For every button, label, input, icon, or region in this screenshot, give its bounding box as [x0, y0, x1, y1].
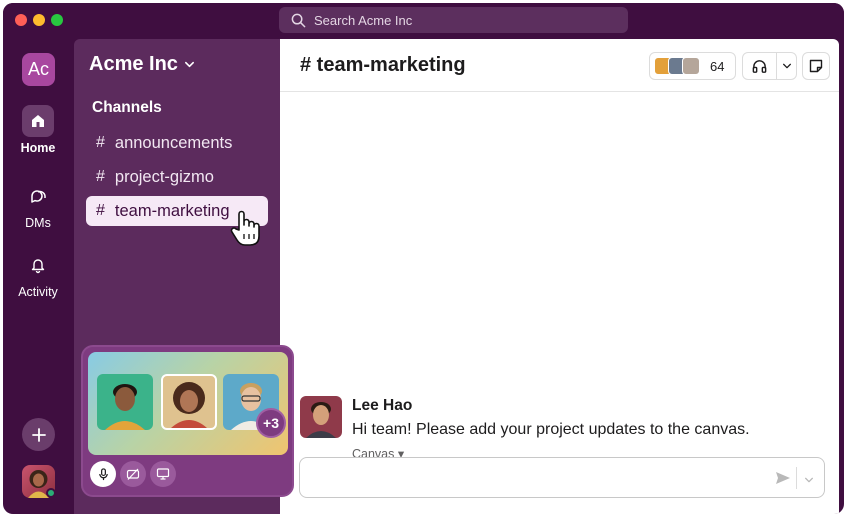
rail-item-label: Home — [20, 141, 56, 155]
screen-share-button[interactable] — [150, 461, 176, 487]
search-icon — [291, 13, 306, 27]
workspace-logo[interactable]: Ac — [22, 53, 55, 86]
channel-name: team-marketing — [114, 201, 230, 220]
channel-title[interactable]: # team-marketing — [300, 54, 466, 77]
huddle-participant-tile[interactable] — [97, 374, 153, 430]
sidebar-item-announcements[interactable]: # announcements — [86, 128, 268, 158]
huddle-participant-tile-active[interactable] — [161, 374, 217, 430]
mic-button[interactable] — [90, 461, 116, 487]
message-text: Hi team! Please add your project updates… — [352, 421, 750, 438]
plus-icon — [31, 427, 46, 442]
search-bar[interactable]: Search Acme Inc — [279, 7, 628, 33]
add-button[interactable] — [22, 418, 55, 451]
rail-item-dms[interactable]: DMs — [3, 180, 73, 230]
headphones-icon[interactable] — [743, 53, 777, 79]
channel-hash-icon: # — [96, 134, 105, 151]
chevron-down-icon — [184, 61, 194, 68]
member-count: 64 — [710, 58, 725, 74]
extra-participants-badge[interactable]: +3 — [256, 408, 286, 438]
rail-item-activity[interactable]: Activity — [3, 249, 73, 299]
rail-item-home[interactable]: Home — [3, 105, 73, 155]
canvas-icon — [809, 59, 823, 73]
dms-icon — [22, 180, 54, 212]
microphone-icon — [98, 467, 108, 480]
rail-item-label: DMs — [25, 216, 51, 230]
channel-hash-icon: # — [96, 202, 105, 219]
huddle-button[interactable] — [742, 52, 797, 80]
video-off-icon — [126, 468, 140, 480]
hand-cursor-icon — [228, 208, 264, 253]
members-button[interactable]: 64 — [649, 52, 736, 80]
video-button[interactable] — [120, 461, 146, 487]
zoom-window-button[interactable] — [51, 14, 63, 26]
channel-hash-icon: # — [96, 168, 105, 185]
workspace-rail: Ac Home DMs Activity — [3, 39, 73, 514]
sidebar-item-project-gizmo[interactable]: # project-gizmo — [86, 162, 268, 192]
send-icon[interactable] — [774, 469, 792, 492]
message-author[interactable]: Lee Hao — [352, 397, 412, 415]
chevron-down-icon[interactable] — [804, 472, 814, 490]
message-avatar[interactable] — [300, 396, 342, 438]
channels-section-title[interactable]: Channels — [92, 99, 162, 117]
header-divider — [280, 91, 839, 92]
close-window-button[interactable] — [15, 14, 27, 26]
search-placeholder: Search Acme Inc — [314, 12, 413, 28]
message-input[interactable] — [299, 457, 825, 498]
huddle-panel[interactable]: +3 — [81, 345, 294, 497]
workspace-switcher[interactable]: Acme Inc — [89, 53, 195, 76]
title-bar: Search Acme Inc — [3, 3, 844, 39]
presence-indicator — [46, 488, 56, 498]
channel-view: # team-marketing 64 Lee Hao Hi team! Ple — [280, 39, 839, 514]
home-icon — [22, 105, 54, 137]
rail-item-label: Activity — [18, 285, 58, 299]
member-avatar — [682, 57, 700, 75]
canvas-button[interactable] — [802, 52, 830, 80]
chevron-down-icon[interactable] — [777, 61, 796, 71]
send-divider — [796, 467, 797, 489]
screen-share-icon — [156, 468, 170, 480]
bell-icon — [22, 249, 54, 281]
workspace-name: Acme Inc — [89, 53, 178, 75]
channel-name: project-gizmo — [114, 167, 214, 186]
channel-name: announcements — [114, 133, 233, 152]
minimize-window-button[interactable] — [33, 14, 45, 26]
huddle-video-area: +3 — [88, 352, 288, 455]
workspace-initials: Ac — [27, 59, 49, 79]
